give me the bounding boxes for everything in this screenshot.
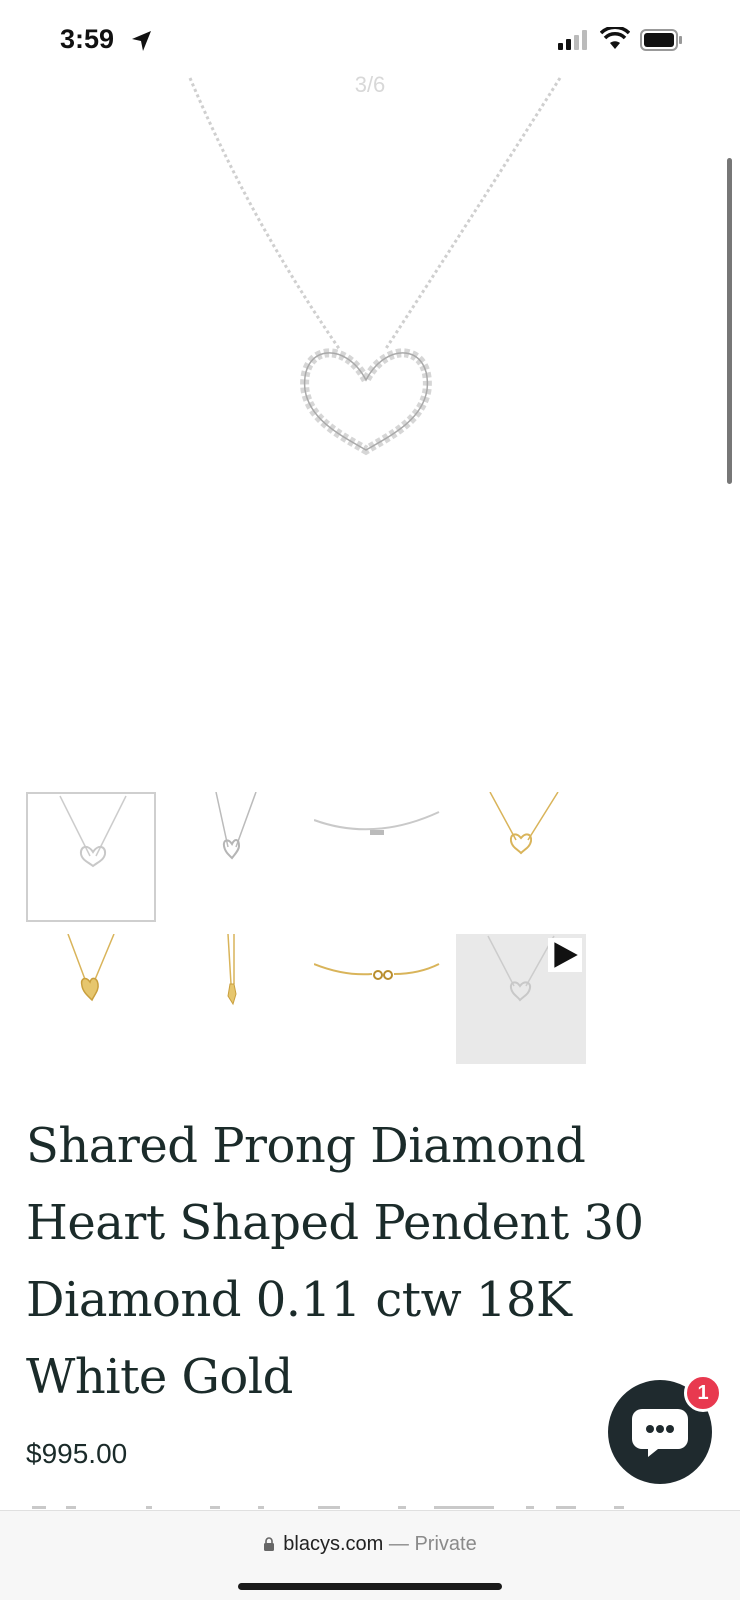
play-icon[interactable] [548, 938, 582, 972]
url-domain: blacys.com [283, 1533, 384, 1555]
thumbnail-5[interactable] [26, 934, 156, 1064]
thumbnail-7[interactable] [314, 934, 444, 1064]
lock-icon [264, 1537, 275, 1551]
thumbnail-6[interactable] [166, 934, 296, 1064]
status-time: 3:59 [60, 24, 115, 54]
battery-icon [640, 29, 682, 51]
url-separator: — [383, 1533, 415, 1555]
chat-bubble-icon [632, 1409, 688, 1457]
product-title-line: White Gold [26, 1349, 293, 1405]
product-title-line: Diamond 0.11 ctw 18K [26, 1272, 572, 1328]
url-display[interactable]: blacys.com — Private [0, 1533, 740, 1556]
home-indicator[interactable] [238, 1583, 502, 1590]
status-bar: 3:59 [0, 0, 740, 80]
thumbnail-3[interactable] [314, 792, 444, 922]
product-main-image[interactable] [0, 70, 740, 760]
product-title-line: Heart Shaped Pendent 30 [26, 1195, 644, 1251]
private-mode-label: Private [414, 1533, 477, 1555]
product-price: $995.00 [26, 1438, 128, 1469]
scroll-indicator[interactable] [727, 158, 732, 484]
browser-address-bar[interactable]: blacys.com — Private [0, 1510, 740, 1600]
thumbnail-2[interactable] [166, 792, 296, 922]
wifi-icon [600, 27, 630, 49]
thumbnail-1[interactable] [26, 792, 156, 922]
product-title-line: Shared Prong Diamond [26, 1118, 586, 1174]
image-counter: 3/6 [354, 72, 386, 97]
chat-notification-badge: 1 [684, 1374, 722, 1412]
cellular-signal-icon [558, 30, 587, 50]
thumbnail-8-video[interactable] [456, 934, 586, 1064]
product-title: Shared Prong Diamond Heart Shaped Penden… [26, 1108, 676, 1416]
location-arrow-icon [132, 31, 151, 51]
